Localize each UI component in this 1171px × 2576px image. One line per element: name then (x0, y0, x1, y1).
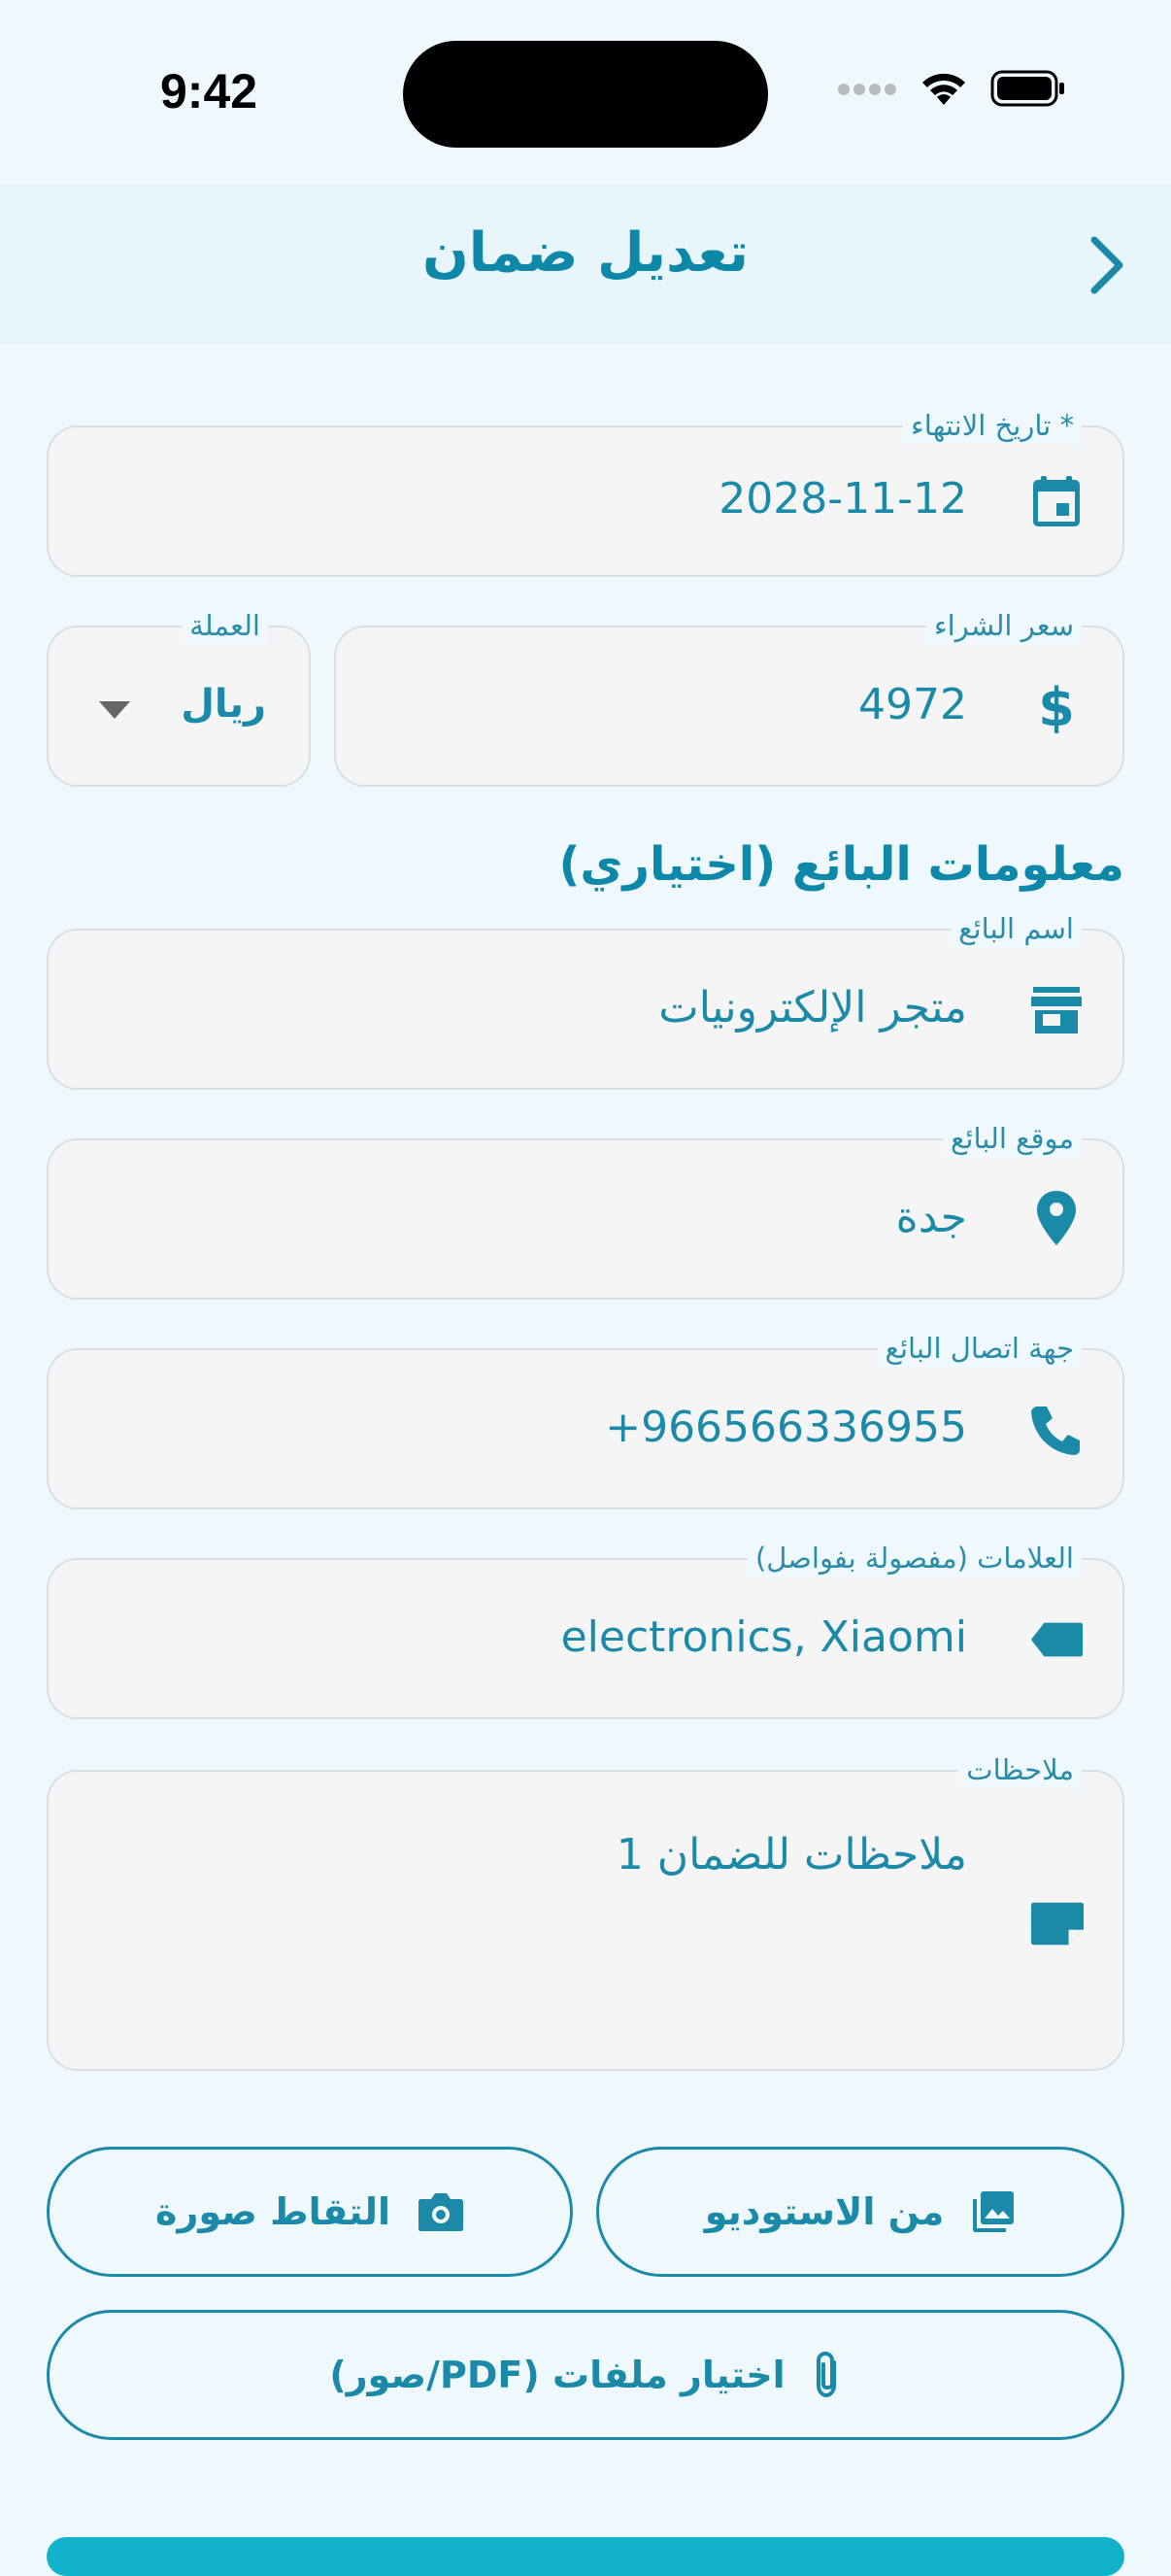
seller-location-field[interactable]: موقع البائع جدة (47, 1119, 1124, 1300)
page-title: تعديل ضمان (422, 221, 749, 285)
gallery-button-label: من الاستوديو (704, 2190, 945, 2233)
pick-files-button[interactable]: اختيار ملفات (PDF/صور) (47, 2310, 1124, 2440)
currency-label: العملة (182, 606, 268, 645)
notes-field[interactable]: ملاحظات ملاحظات للضمان 1 (47, 1750, 1124, 2071)
take-photo-button[interactable]: التقاط صورة (47, 2147, 573, 2277)
camera-icon (418, 2193, 463, 2231)
status-icons (837, 70, 1066, 111)
seller-contact-field[interactable]: جهة اتصال البائع +966566336955 (47, 1329, 1124, 1509)
seller-section-title: معلومات البائع (اختياري) (558, 837, 1124, 892)
phone-icon (1029, 1403, 1084, 1457)
status-time: 9:42 (160, 64, 258, 119)
seller-location-value: جدة (895, 1193, 967, 1242)
location-pin-icon (1029, 1191, 1084, 1245)
back-button[interactable] (1062, 221, 1150, 309)
expiry-date-value: 2028-11-12 (719, 474, 967, 524)
files-button-label: اختيار ملفات (PDF/صور) (329, 2354, 786, 2396)
purchase-price-field[interactable]: سعر الشراء 4972 $ (334, 606, 1124, 787)
expiry-date-field[interactable]: تاريخ الانتهاء * 2028-11-12 (47, 406, 1124, 577)
seller-name-label: اسم البائع (951, 909, 1082, 948)
tags-value: electronics, Xiaomi (560, 1612, 967, 1662)
currency-value: ريال (181, 682, 266, 727)
tags-label: العلامات (مفصولة بفواصل) (747, 1539, 1082, 1577)
store-icon (1029, 983, 1084, 1037)
note-icon (1029, 1896, 1084, 1950)
dropdown-arrow-icon (99, 701, 130, 719)
battery-icon (990, 70, 1066, 111)
currency-dropdown[interactable]: العملة ريال (47, 606, 311, 787)
notes-label: ملاحظات (958, 1750, 1082, 1789)
pick-from-gallery-button[interactable]: من الاستوديو (596, 2147, 1124, 2277)
tags-field[interactable]: العلامات (مفصولة بفواصل) electronics, Xi… (47, 1539, 1124, 1719)
seller-contact-value: +966566336955 (605, 1403, 967, 1452)
wifi-icon (919, 70, 969, 111)
status-bar: 9:42 (0, 0, 1171, 185)
purchase-price-label: سعر الشراء (926, 606, 1082, 645)
app-bar: تعديل ضمان (0, 185, 1171, 345)
seller-name-value: متجر الإلكترونيات (658, 983, 967, 1033)
save-button-partial[interactable] (47, 2537, 1124, 2576)
paperclip-icon (816, 2351, 836, 2398)
expiry-date-label: تاريخ الانتهاء * (903, 406, 1082, 445)
camera-button-label: التقاط صورة (155, 2190, 390, 2233)
dollar-icon: $ (1038, 676, 1075, 738)
signal-icon (837, 82, 897, 100)
image-icon (973, 2191, 1015, 2232)
seller-location-label: موقع البائع (942, 1119, 1082, 1158)
seller-name-field[interactable]: اسم البائع متجر الإلكترونيات (47, 909, 1124, 1090)
dynamic-island (403, 41, 768, 148)
label-icon (1029, 1612, 1084, 1667)
chevron-right-icon (1090, 236, 1123, 294)
seller-contact-label: جهة اتصال البائع (877, 1329, 1082, 1368)
purchase-price-value: 4972 (858, 680, 967, 729)
calendar-icon (1029, 474, 1084, 528)
notes-value: ملاحظات للضمان 1 (616, 1830, 967, 1880)
